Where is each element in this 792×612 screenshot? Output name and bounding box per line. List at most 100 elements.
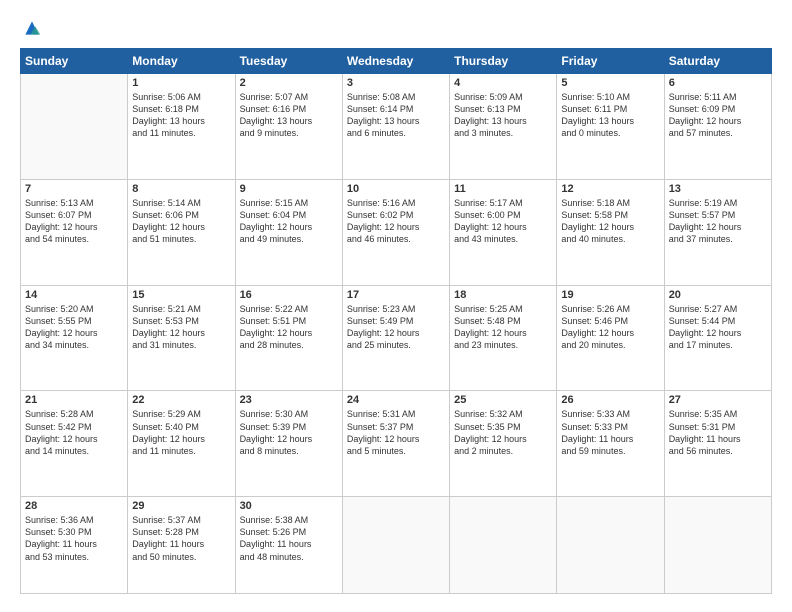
- day-info: Sunrise: 5:26 AM Sunset: 5:46 PM Dayligh…: [561, 303, 659, 352]
- day-info: Sunrise: 5:13 AM Sunset: 6:07 PM Dayligh…: [25, 197, 123, 246]
- calendar-cell: 24 Sunrise: 5:31 AM Sunset: 5:37 PM Dayli…: [342, 391, 449, 497]
- calendar-cell: 30 Sunrise: 5:38 AM Sunset: 5:26 PM Dayli…: [235, 497, 342, 594]
- day-info: Sunrise: 5:17 AM Sunset: 6:00 PM Dayligh…: [454, 197, 552, 246]
- day-info: Sunrise: 5:22 AM Sunset: 5:51 PM Dayligh…: [240, 303, 338, 352]
- week-row-5: 28 Sunrise: 5:36 AM Sunset: 5:30 PM Dayli…: [21, 497, 772, 594]
- calendar-cell: 13 Sunrise: 5:19 AM Sunset: 5:57 PM Dayli…: [664, 179, 771, 285]
- day-info: Sunrise: 5:31 AM Sunset: 5:37 PM Dayligh…: [347, 408, 445, 457]
- day-info: Sunrise: 5:29 AM Sunset: 5:40 PM Dayligh…: [132, 408, 230, 457]
- day-number: 19: [561, 289, 659, 301]
- day-number: 2: [240, 77, 338, 89]
- week-row-3: 14 Sunrise: 5:20 AM Sunset: 5:55 PM Dayli…: [21, 285, 772, 391]
- day-number: 9: [240, 183, 338, 195]
- day-info: Sunrise: 5:10 AM Sunset: 6:11 PM Dayligh…: [561, 91, 659, 140]
- day-number: 3: [347, 77, 445, 89]
- day-info: Sunrise: 5:23 AM Sunset: 5:49 PM Dayligh…: [347, 303, 445, 352]
- calendar-cell: 19 Sunrise: 5:26 AM Sunset: 5:46 PM Dayli…: [557, 285, 664, 391]
- day-number: 14: [25, 289, 123, 301]
- day-info: Sunrise: 5:33 AM Sunset: 5:33 PM Dayligh…: [561, 408, 659, 457]
- day-info: Sunrise: 5:30 AM Sunset: 5:39 PM Dayligh…: [240, 408, 338, 457]
- weekday-header-wednesday: Wednesday: [342, 49, 449, 74]
- week-row-4: 21 Sunrise: 5:28 AM Sunset: 5:42 PM Dayli…: [21, 391, 772, 497]
- calendar-cell: 22 Sunrise: 5:29 AM Sunset: 5:40 PM Dayli…: [128, 391, 235, 497]
- calendar-cell: [664, 497, 771, 594]
- weekday-header-sunday: Sunday: [21, 49, 128, 74]
- logo: [20, 18, 42, 38]
- calendar-cell: 11 Sunrise: 5:17 AM Sunset: 6:00 PM Dayli…: [450, 179, 557, 285]
- page: SundayMondayTuesdayWednesdayThursdayFrid…: [0, 0, 792, 612]
- day-info: Sunrise: 5:36 AM Sunset: 5:30 PM Dayligh…: [25, 514, 123, 563]
- day-number: 13: [669, 183, 767, 195]
- day-number: 16: [240, 289, 338, 301]
- day-info: Sunrise: 5:32 AM Sunset: 5:35 PM Dayligh…: [454, 408, 552, 457]
- calendar-cell: 2 Sunrise: 5:07 AM Sunset: 6:16 PM Daylig…: [235, 74, 342, 180]
- day-number: 28: [25, 500, 123, 512]
- calendar-cell: 1Sunrise: 5:06 AM Sunset: 6:18 PM Daylig…: [128, 74, 235, 180]
- header: [20, 18, 772, 38]
- calendar-cell: 21 Sunrise: 5:28 AM Sunset: 5:42 PM Dayli…: [21, 391, 128, 497]
- day-info: Sunrise: 5:09 AM Sunset: 6:13 PM Dayligh…: [454, 91, 552, 140]
- calendar-cell: 20Sunrise: 5:27 AM Sunset: 5:44 PM Dayli…: [664, 285, 771, 391]
- weekday-header-row: SundayMondayTuesdayWednesdayThursdayFrid…: [21, 49, 772, 74]
- calendar-cell: 29 Sunrise: 5:37 AM Sunset: 5:28 PM Dayli…: [128, 497, 235, 594]
- day-info: Sunrise: 5:28 AM Sunset: 5:42 PM Dayligh…: [25, 408, 123, 457]
- calendar-cell: 18 Sunrise: 5:25 AM Sunset: 5:48 PM Dayli…: [450, 285, 557, 391]
- calendar-cell: 27 Sunrise: 5:35 AM Sunset: 5:31 PM Dayli…: [664, 391, 771, 497]
- weekday-header-friday: Friday: [557, 49, 664, 74]
- calendar-cell: 7 Sunrise: 5:13 AM Sunset: 6:07 PM Daylig…: [21, 179, 128, 285]
- week-row-2: 7 Sunrise: 5:13 AM Sunset: 6:07 PM Daylig…: [21, 179, 772, 285]
- day-info: Sunrise: 5:16 AM Sunset: 6:02 PM Dayligh…: [347, 197, 445, 246]
- calendar-cell: 25Sunrise: 5:32 AM Sunset: 5:35 PM Dayli…: [450, 391, 557, 497]
- day-info: Sunrise: 5:11 AM Sunset: 6:09 PM Dayligh…: [669, 91, 767, 140]
- day-number: 18: [454, 289, 552, 301]
- calendar-cell: 3 Sunrise: 5:08 AM Sunset: 6:14 PM Daylig…: [342, 74, 449, 180]
- day-info: Sunrise: 5:20 AM Sunset: 5:55 PM Dayligh…: [25, 303, 123, 352]
- day-number: 8: [132, 183, 230, 195]
- calendar-cell: 14 Sunrise: 5:20 AM Sunset: 5:55 PM Dayli…: [21, 285, 128, 391]
- logo-icon: [22, 18, 42, 38]
- day-number: 26: [561, 394, 659, 406]
- day-info: Sunrise: 5:18 AM Sunset: 5:58 PM Dayligh…: [561, 197, 659, 246]
- day-number: 21: [25, 394, 123, 406]
- day-number: 23: [240, 394, 338, 406]
- day-info: Sunrise: 5:38 AM Sunset: 5:26 PM Dayligh…: [240, 514, 338, 563]
- day-info: Sunrise: 5:25 AM Sunset: 5:48 PM Dayligh…: [454, 303, 552, 352]
- day-number: 5: [561, 77, 659, 89]
- day-number: 6: [669, 77, 767, 89]
- day-number: 24: [347, 394, 445, 406]
- weekday-header-saturday: Saturday: [664, 49, 771, 74]
- calendar-cell: [557, 497, 664, 594]
- day-number: 11: [454, 183, 552, 195]
- day-number: 17: [347, 289, 445, 301]
- calendar-cell: 28 Sunrise: 5:36 AM Sunset: 5:30 PM Dayli…: [21, 497, 128, 594]
- calendar-cell: 12Sunrise: 5:18 AM Sunset: 5:58 PM Dayli…: [557, 179, 664, 285]
- calendar-table: SundayMondayTuesdayWednesdayThursdayFrid…: [20, 48, 772, 594]
- calendar-cell: 17 Sunrise: 5:23 AM Sunset: 5:49 PM Dayli…: [342, 285, 449, 391]
- day-info: Sunrise: 5:15 AM Sunset: 6:04 PM Dayligh…: [240, 197, 338, 246]
- day-number: 10: [347, 183, 445, 195]
- calendar-cell: 4 Sunrise: 5:09 AM Sunset: 6:13 PM Daylig…: [450, 74, 557, 180]
- day-info: Sunrise: 5:19 AM Sunset: 5:57 PM Dayligh…: [669, 197, 767, 246]
- day-info: Sunrise: 5:07 AM Sunset: 6:16 PM Dayligh…: [240, 91, 338, 140]
- calendar-cell: 6 Sunrise: 5:11 AM Sunset: 6:09 PM Daylig…: [664, 74, 771, 180]
- day-info: Sunrise: 5:08 AM Sunset: 6:14 PM Dayligh…: [347, 91, 445, 140]
- day-number: 4: [454, 77, 552, 89]
- calendar-cell: 10 Sunrise: 5:16 AM Sunset: 6:02 PM Dayli…: [342, 179, 449, 285]
- day-info: Sunrise: 5:35 AM Sunset: 5:31 PM Dayligh…: [669, 408, 767, 457]
- weekday-header-tuesday: Tuesday: [235, 49, 342, 74]
- calendar-cell: 8 Sunrise: 5:14 AM Sunset: 6:06 PM Daylig…: [128, 179, 235, 285]
- day-number: 7: [25, 183, 123, 195]
- day-number: 30: [240, 500, 338, 512]
- day-number: 22: [132, 394, 230, 406]
- day-number: 27: [669, 394, 767, 406]
- calendar-cell: 9 Sunrise: 5:15 AM Sunset: 6:04 PM Daylig…: [235, 179, 342, 285]
- day-number: 29: [132, 500, 230, 512]
- day-info: Sunrise: 5:14 AM Sunset: 6:06 PM Dayligh…: [132, 197, 230, 246]
- day-info: Sunrise: 5:37 AM Sunset: 5:28 PM Dayligh…: [132, 514, 230, 563]
- day-info: Sunrise: 5:21 AM Sunset: 5:53 PM Dayligh…: [132, 303, 230, 352]
- day-number: 1: [132, 77, 230, 89]
- calendar-cell: [450, 497, 557, 594]
- calendar-cell: 15Sunrise: 5:21 AM Sunset: 5:53 PM Dayli…: [128, 285, 235, 391]
- weekday-header-thursday: Thursday: [450, 49, 557, 74]
- calendar-cell: [342, 497, 449, 594]
